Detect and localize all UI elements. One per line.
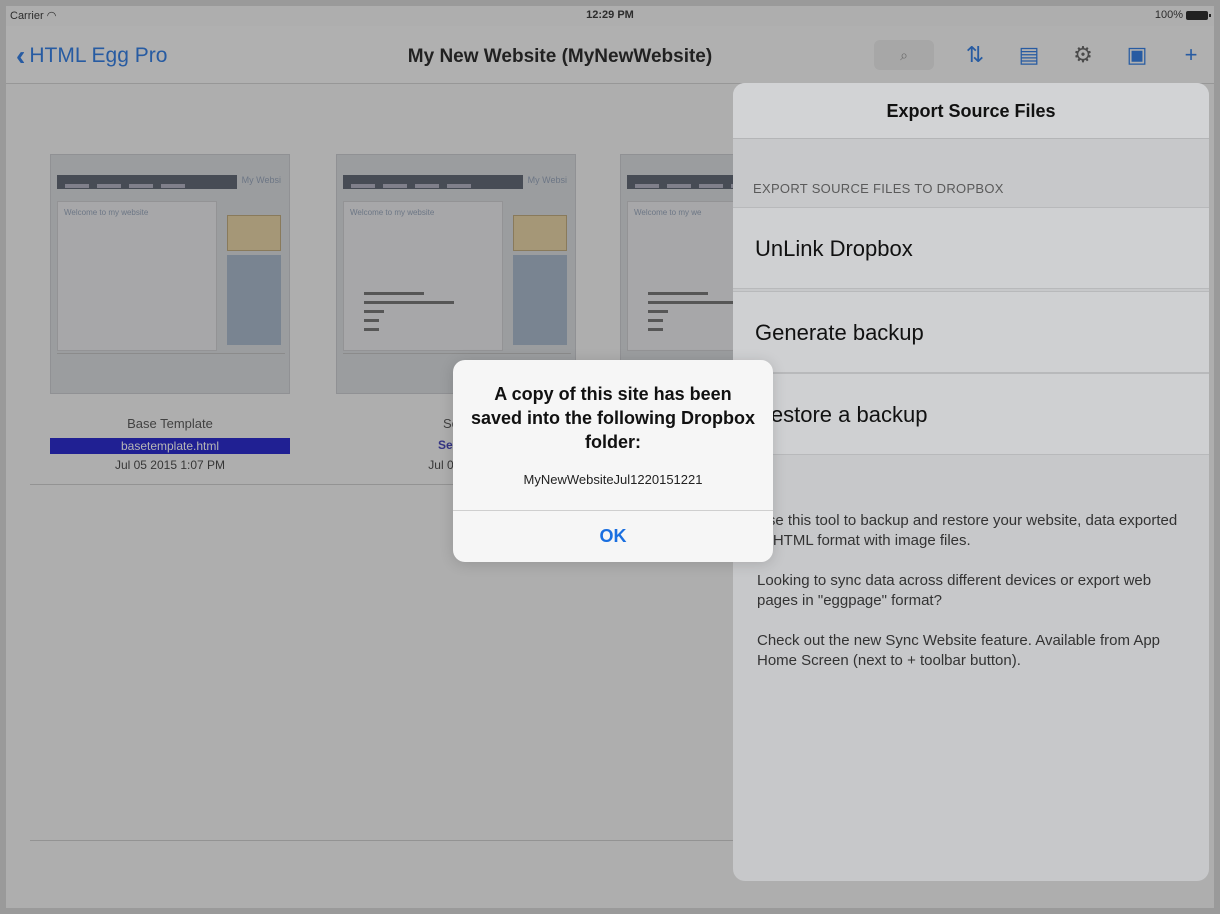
export-popover: Export Source Files EXPORT SOURCE FILES …: [733, 83, 1209, 881]
generate-backup-row[interactable]: Generate backup: [733, 291, 1209, 373]
alert-dialog: A copy of this site has been saved into …: [453, 360, 773, 562]
ok-button[interactable]: OK: [453, 510, 773, 562]
unlink-dropbox-row[interactable]: UnLink Dropbox: [733, 207, 1209, 289]
alert-folder-name: MyNewWebsiteJul1220151221: [523, 472, 703, 487]
section-header: EXPORT SOURCE FILES TO DROPBOX: [753, 181, 1004, 196]
restore-backup-row[interactable]: Restore a backup: [733, 373, 1209, 455]
description-paragraph: Use this tool to backup and restore your…: [757, 512, 1178, 549]
description-paragraph: Looking to sync data across different de…: [757, 572, 1152, 609]
alert-message: A copy of this site has been saved into …: [470, 384, 755, 452]
app-screen: Carrier ◠ 12:29 PM 100% ‹ HTML Egg Pro M…: [6, 6, 1214, 908]
description-paragraph: Check out the new Sync Website feature. …: [757, 632, 1161, 669]
popover-title: Export Source Files: [733, 83, 1209, 139]
